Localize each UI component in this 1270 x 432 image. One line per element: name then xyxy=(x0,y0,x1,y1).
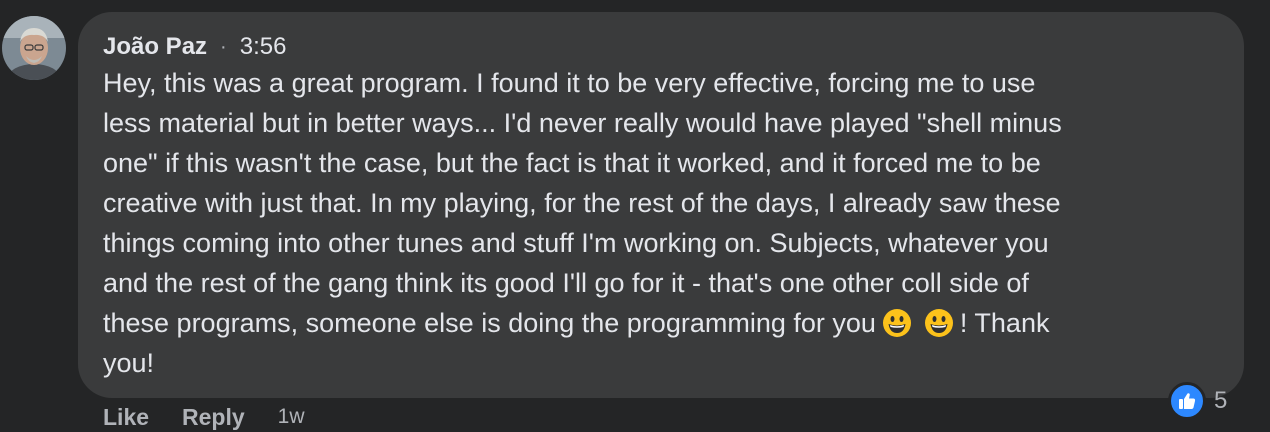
grinning-face-emoji-icon xyxy=(924,308,954,338)
separator-dot: · xyxy=(220,35,227,58)
avatar-photo xyxy=(2,16,66,80)
comment-age[interactable]: 1w xyxy=(278,405,305,429)
avatar[interactable] xyxy=(2,16,66,80)
comment-body: Hey, this was a great program. I found i… xyxy=(103,63,1213,383)
comment-text-main: Hey, this was a great program. I found i… xyxy=(103,68,1062,338)
comment-time[interactable]: 3:56 xyxy=(240,33,287,61)
grinning-face-emoji-icon xyxy=(882,308,912,338)
reaction-count: 5 xyxy=(1214,387,1228,414)
comment-actions: Like Reply 1w xyxy=(103,402,305,432)
comment-header: João Paz · 3:56 xyxy=(103,32,286,62)
reaction-summary[interactable]: 5 xyxy=(1168,380,1227,422)
reply-button[interactable]: Reply xyxy=(182,404,245,431)
author-name[interactable]: João Paz xyxy=(103,33,207,61)
like-thumbs-up-icon xyxy=(1168,382,1206,420)
like-button[interactable]: Like xyxy=(103,404,149,431)
